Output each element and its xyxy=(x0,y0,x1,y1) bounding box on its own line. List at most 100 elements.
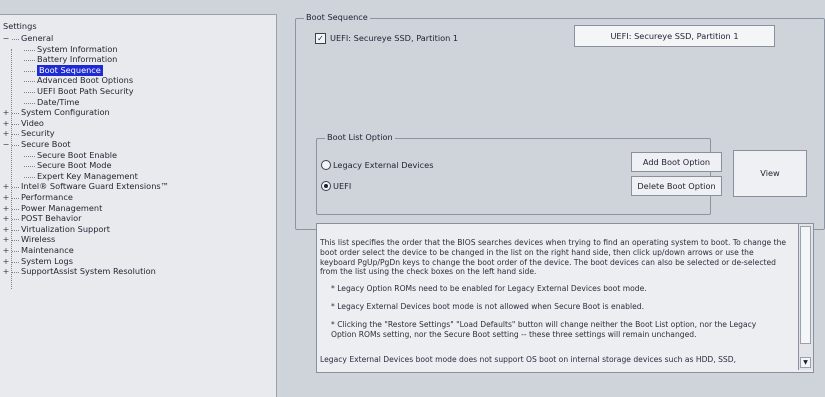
boot-order-list-entry[interactable]: UEFI: Secureye SSD, Partition 1 xyxy=(574,25,775,47)
tree-item-post-behavior[interactable]: POST Behavior xyxy=(21,213,82,224)
uefi-label[interactable]: UEFI xyxy=(333,181,351,191)
boot-sequence-title: Boot Sequence xyxy=(304,12,370,22)
tree-connector xyxy=(24,176,35,178)
tree-connector xyxy=(12,272,19,274)
help-text-box[interactable]: This list specifies the order that the B… xyxy=(316,223,814,373)
tree-item-label: Video xyxy=(21,117,44,128)
plus-icon[interactable]: + xyxy=(2,245,10,256)
tree-item-label: Security xyxy=(21,128,55,139)
boot-entry-checkbox[interactable]: ✓ xyxy=(315,33,326,44)
minus-icon[interactable]: − xyxy=(2,33,10,44)
tree-item-label: Wireless xyxy=(21,234,56,245)
tree-item-expert-key-management[interactable]: Expert Key Management xyxy=(37,171,138,182)
tree-item-label: Secure Boot xyxy=(21,139,71,149)
tree-item-system-configuration[interactable]: System Configuration xyxy=(21,107,110,118)
plus-icon[interactable]: + xyxy=(2,266,10,277)
tree-item-system-logs[interactable]: System Logs xyxy=(21,256,73,267)
plus-icon[interactable]: + xyxy=(2,107,10,118)
tree-connector xyxy=(12,123,19,125)
help-bullet-2: * Legacy External Devices boot mode is n… xyxy=(331,302,645,311)
tree-item-date-time[interactable]: Date/Time xyxy=(37,97,79,108)
tree-item-maintenance[interactable]: Maintenance xyxy=(21,245,74,256)
tree-guide-line xyxy=(11,49,12,289)
tree-item-battery-information[interactable]: Battery Information xyxy=(37,54,117,65)
tree-item-secure-boot-enable[interactable]: Secure Boot Enable xyxy=(37,150,117,161)
tree-item-secure-boot[interactable]: Secure Boot xyxy=(21,139,71,150)
tree-connector xyxy=(12,187,19,189)
triangle-down-icon[interactable]: ▼ xyxy=(800,357,811,368)
checkmark-icon: ✓ xyxy=(317,34,324,43)
uefi-radio[interactable] xyxy=(321,181,331,191)
plus-icon[interactable]: + xyxy=(2,213,10,224)
tree-item-security[interactable]: Security xyxy=(21,128,55,139)
tree-item-virtualization-support[interactable]: Virtualization Support xyxy=(21,224,110,235)
tree-item-intel-software-guard-extensions[interactable]: Intel® Software Guard Extensions™ xyxy=(21,181,169,192)
plus-icon[interactable]: + xyxy=(2,256,10,267)
tree-connector xyxy=(24,49,35,51)
tree-item-label: SupportAssist System Resolution xyxy=(21,266,156,277)
tree-item-label: Virtualization Support xyxy=(21,223,110,234)
tree-item-system-information[interactable]: System Information xyxy=(37,44,118,55)
plus-icon[interactable]: + xyxy=(2,234,10,245)
plus-icon[interactable]: + xyxy=(2,192,10,203)
tree-item-video[interactable]: Video xyxy=(21,118,44,129)
tree-item-label: Maintenance xyxy=(21,245,74,255)
tree-item-label: Power Management xyxy=(21,202,103,213)
tree-item-label: Performance xyxy=(21,192,73,202)
plus-icon[interactable]: + xyxy=(2,203,10,214)
tree-item-label: UEFI Boot Path Security xyxy=(37,86,134,96)
tree-item-uefi-boot-path-security[interactable]: UEFI Boot Path Security xyxy=(37,86,134,97)
tree-item-secure-boot-mode[interactable]: Secure Boot Mode xyxy=(37,160,112,171)
minus-icon[interactable]: − xyxy=(2,139,10,150)
tree-item-performance[interactable]: Performance xyxy=(21,192,73,203)
tree-item-label: Secure Boot Enable xyxy=(37,149,118,160)
plus-icon[interactable]: + xyxy=(2,118,10,129)
boot-order-list-entry-label: UEFI: Secureye SSD, Partition 1 xyxy=(610,31,739,41)
tree-connector xyxy=(24,166,35,168)
legacy-external-devices-label[interactable]: Legacy External Devices xyxy=(333,160,433,170)
add-boot-option-label: Add Boot Option xyxy=(642,157,711,167)
tree-item-label: System Information xyxy=(37,43,118,54)
tree-connector xyxy=(12,251,19,252)
legacy-external-devices-radio[interactable] xyxy=(321,160,331,170)
delete-boot-option-label: Delete Boot Option xyxy=(637,181,716,191)
help-scrollbar[interactable]: ▼ xyxy=(798,224,813,370)
tree-item-advanced-boot-options[interactable]: Advanced Boot Options xyxy=(37,75,133,86)
tree-connector xyxy=(12,261,19,263)
help-bullet-1: * Legacy Option ROMs need to be enabled … xyxy=(331,284,647,293)
tree-root-label: Settings xyxy=(3,21,37,31)
help-scrollbar-thumb[interactable] xyxy=(800,226,811,344)
tree-connector xyxy=(12,113,19,115)
settings-detail-pane: Boot Sequence ✓ UEFI: Secureye SSD, Part… xyxy=(285,0,825,396)
help-paragraph: This list specifies the order that the B… xyxy=(320,238,787,277)
tree-item-supportassist-system-resolution[interactable]: SupportAssist System Resolution xyxy=(21,266,156,277)
tree-connector xyxy=(24,70,35,72)
tree-connector xyxy=(24,102,35,104)
plus-icon[interactable]: + xyxy=(2,224,10,235)
delete-boot-option-button[interactable]: Delete Boot Option xyxy=(631,176,722,196)
tree-connector xyxy=(24,81,35,83)
tree-item-label: System Logs xyxy=(21,255,74,266)
help-footer: Legacy External Devices boot mode does n… xyxy=(320,355,737,364)
tree-item-general[interactable]: General xyxy=(21,33,53,44)
settings-tree[interactable]: Settings General − System Information Batte… xyxy=(0,14,277,397)
plus-icon[interactable]: + xyxy=(2,128,10,139)
tree-item-label: Expert Key Management xyxy=(37,170,138,181)
tree-connector xyxy=(24,60,35,62)
tree-root: Settings xyxy=(3,21,37,32)
tree-item-power-management[interactable]: Power Management xyxy=(21,203,102,214)
boot-sequence-group: Boot Sequence ✓ UEFI: Secureye SSD, Part… xyxy=(295,12,825,230)
tree-connector xyxy=(12,134,19,136)
tree-connector xyxy=(12,208,19,210)
tree-item-label: POST Behavior xyxy=(21,213,82,224)
tree-connector xyxy=(12,39,19,40)
boot-list-option-group: Boot List Option Legacy External Devices… xyxy=(316,132,722,215)
boot-entry-label[interactable]: UEFI: Secureye SSD, Partition 1 xyxy=(330,33,458,43)
view-button[interactable]: View xyxy=(733,150,807,197)
plus-icon[interactable]: + xyxy=(2,181,10,192)
add-boot-option-button[interactable]: Add Boot Option xyxy=(631,152,722,172)
tree-connector xyxy=(12,240,19,242)
tree-item-label: Secure Boot Mode xyxy=(37,160,112,171)
tree-item-boot-sequence[interactable]: Boot Sequence xyxy=(37,64,103,76)
tree-item-wireless[interactable]: Wireless xyxy=(21,234,55,245)
